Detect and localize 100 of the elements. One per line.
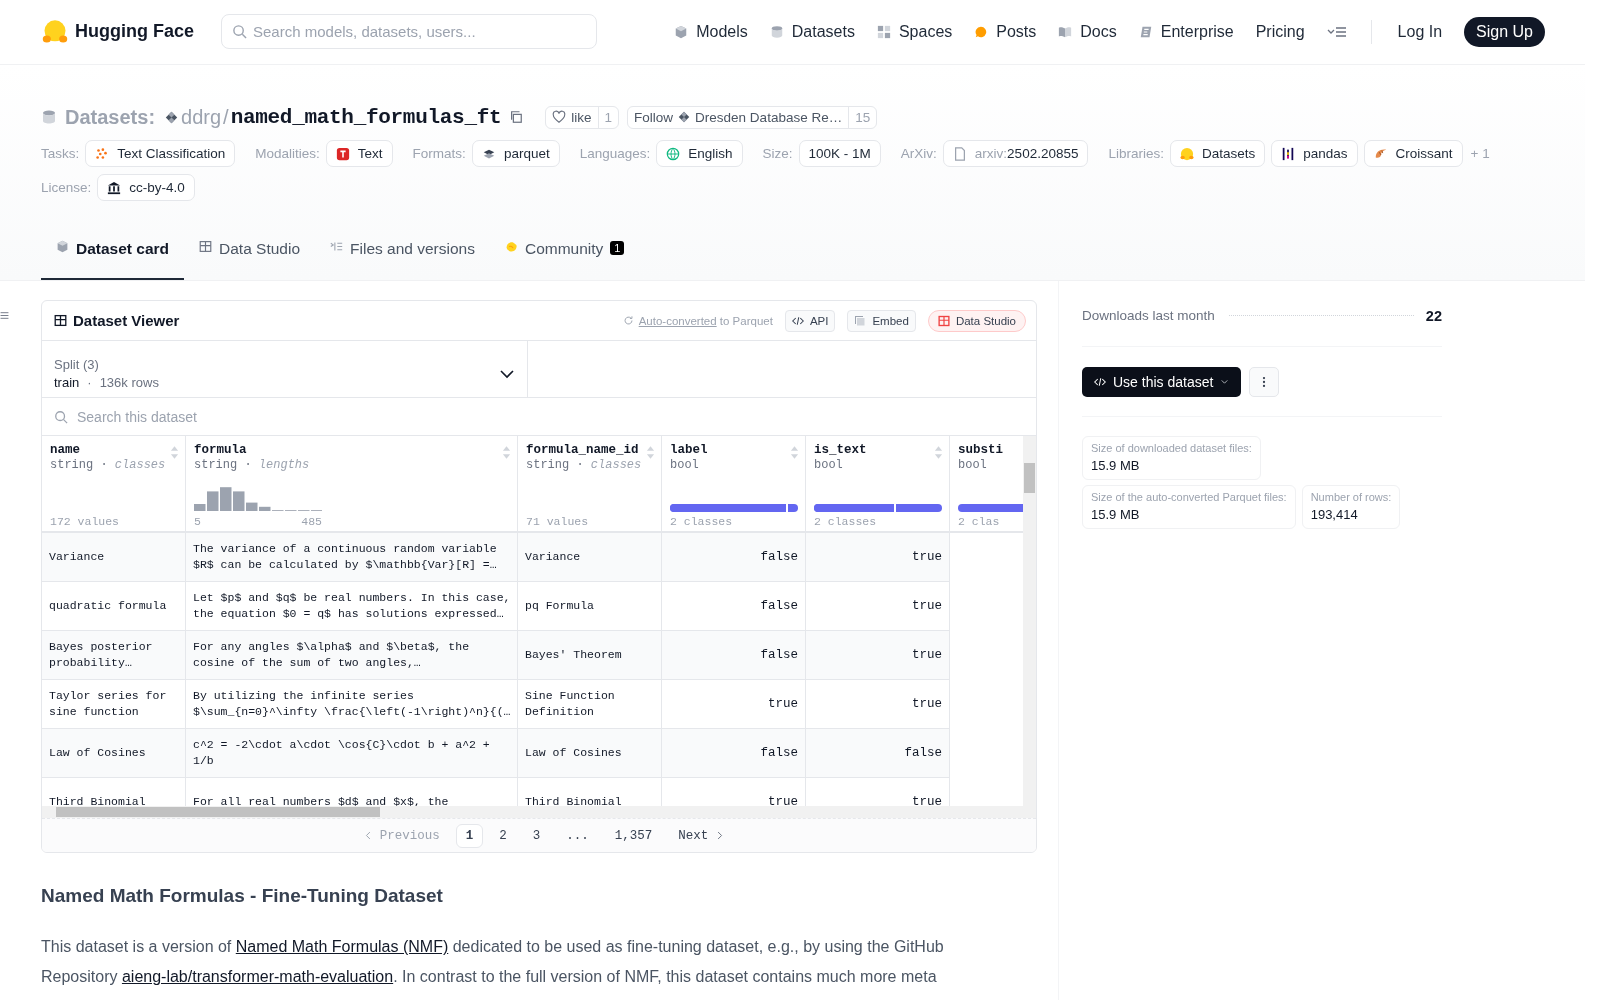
copy-button[interactable]	[509, 110, 524, 124]
column-name: formula	[194, 443, 247, 457]
column-type: string · lengths	[194, 458, 311, 472]
column-type: string · classes	[50, 458, 167, 472]
table-cell: The variance of a continuous random variable $R$ can be calculated by $\mathbb{Var}[R] =…	[186, 533, 518, 582]
tag-chip[interactable]: pandas	[1271, 140, 1358, 167]
repo-type: Datasets:	[65, 105, 156, 129]
brand-name: Hugging Face	[75, 21, 194, 42]
grid-icon	[876, 24, 891, 39]
download-count: 22	[1425, 307, 1442, 324]
link[interactable]: Named Math Formulas (NMF)	[235, 938, 449, 955]
stat-label: Size of the auto-converted Parquet files:	[1091, 491, 1287, 503]
tag-chip[interactable]: parquet	[471, 140, 560, 167]
tag-chip[interactable]: Croissant	[1363, 140, 1463, 167]
cube-icon	[674, 24, 689, 39]
category-label: Libraries:	[1108, 146, 1164, 161]
page-link[interactable]: 3	[522, 823, 551, 848]
follow-label: Follow	[634, 109, 674, 125]
range-max: 485	[301, 515, 322, 528]
table-cell: false	[662, 533, 806, 582]
table-icon	[54, 314, 67, 327]
emoji-icon	[1179, 146, 1194, 161]
tab[interactable]: Data Studio	[184, 238, 316, 280]
scrollbar[interactable]	[1023, 436, 1036, 806]
database-icon	[41, 109, 57, 125]
page-link[interactable]: 1	[455, 823, 484, 848]
column-name: label	[670, 443, 708, 457]
column-summary: 172 values	[50, 515, 119, 528]
follow-button[interactable]: Follow Dresden Database Re… 15	[627, 105, 878, 129]
next-link[interactable]: Next	[668, 823, 736, 848]
search-field[interactable]: Search models, datasets, users...	[221, 14, 597, 49]
text-icon	[335, 146, 350, 161]
list-icon	[330, 240, 344, 253]
code-icon	[1094, 375, 1106, 388]
link[interactable]: aieng-lab/transformer-math-evaluation	[121, 968, 394, 985]
menu-icon[interactable]	[0, 311, 9, 320]
nav-link[interactable]: Posts	[974, 22, 1037, 41]
column-summary: 2 classes	[670, 515, 733, 528]
toolbar-button[interactable]: Embed	[847, 309, 916, 332]
copy-icon	[854, 314, 867, 327]
tag-chip[interactable]: English	[656, 140, 743, 167]
table-cell: true	[806, 631, 950, 680]
split-dropdown[interactable]: Split (3) train · 136k rows	[42, 341, 528, 397]
column-name: name	[50, 443, 80, 457]
cube-icon	[56, 240, 69, 253]
nav-link[interactable]: Models	[674, 22, 748, 41]
tag-chip[interactable]: Datasets	[1169, 140, 1266, 167]
section-heading: Named Math Formulas - Fine-Tuning Dataset	[41, 885, 444, 907]
toolbar-button[interactable]: API	[784, 309, 836, 332]
tab[interactable]: Dataset card	[41, 238, 185, 280]
table-cell: false	[806, 729, 950, 778]
table-cell: Variance	[42, 533, 186, 582]
page-link[interactable]: 1,357	[604, 823, 663, 848]
table-cell: false	[662, 631, 806, 680]
like-label: like	[571, 109, 592, 125]
stat-label: Number of rows:	[1310, 491, 1392, 503]
dots-icon	[95, 146, 110, 161]
nav-link[interactable]: Enterprise	[1138, 22, 1234, 41]
column-type: string · classes	[526, 458, 643, 472]
table-cell: c^2 = -2\cdot a\cdot \cos{C}\cdot b + a^2 + 1/b	[186, 729, 518, 778]
column-type: bool	[670, 458, 700, 472]
refresh-icon	[622, 315, 634, 326]
tag-chip[interactable]: Text Classification	[85, 140, 236, 167]
like-button[interactable]: like 1	[545, 105, 620, 129]
nav-link[interactable]: Pricing	[1255, 22, 1305, 41]
page-link[interactable]: 2	[489, 823, 517, 848]
table-cell: Law of Cosines	[518, 729, 662, 778]
conversion-note: Auto-converted to Parquet	[638, 314, 773, 327]
category-label: License:	[41, 180, 92, 195]
column-name: substi	[958, 443, 1003, 457]
toolbar-button[interactable]: Data Studio	[927, 309, 1026, 332]
scrollbar[interactable]	[42, 806, 1036, 818]
viewer-title: Dataset Viewer	[73, 312, 180, 329]
repo-name: named_math_formulas_ft	[230, 105, 502, 129]
signup-button[interactable]: Sign Up	[1464, 16, 1545, 47]
nav-link[interactable]: Spaces	[876, 22, 953, 41]
heart-icon	[552, 110, 567, 124]
badge-icon	[1138, 24, 1153, 39]
tag-chip[interactable]: cc-by-4.0	[97, 174, 195, 201]
count-badge: 1	[610, 241, 625, 255]
use-dataset-button[interactable]: Use this dataset	[1082, 366, 1242, 397]
page-link[interactable]: ...	[556, 823, 599, 848]
tag-chip[interactable]: arxiv:2502.20855	[942, 140, 1089, 167]
nav-link[interactable]: Docs	[1058, 22, 1117, 41]
follower-count: 15	[848, 106, 877, 128]
bars-icon	[1281, 146, 1296, 161]
nav-link[interactable]: Datasets	[769, 22, 855, 41]
stat-value: 193,414	[1310, 507, 1359, 522]
tab[interactable]: Files and versions	[315, 238, 490, 280]
croissant-icon	[1373, 146, 1388, 161]
bank-icon	[107, 180, 122, 195]
category-label: Modalities:	[255, 146, 320, 161]
table-cell: Variance	[518, 533, 662, 582]
column-name: formula_name_id	[526, 443, 639, 457]
table-icon	[199, 240, 213, 253]
column-type: bool	[814, 458, 844, 472]
login-link[interactable]: Log In	[1397, 22, 1443, 41]
tag-chip[interactable]: 100K - 1M	[798, 140, 881, 167]
tab[interactable]: Community 1	[489, 238, 640, 280]
tag-chip[interactable]: Text	[325, 140, 393, 167]
